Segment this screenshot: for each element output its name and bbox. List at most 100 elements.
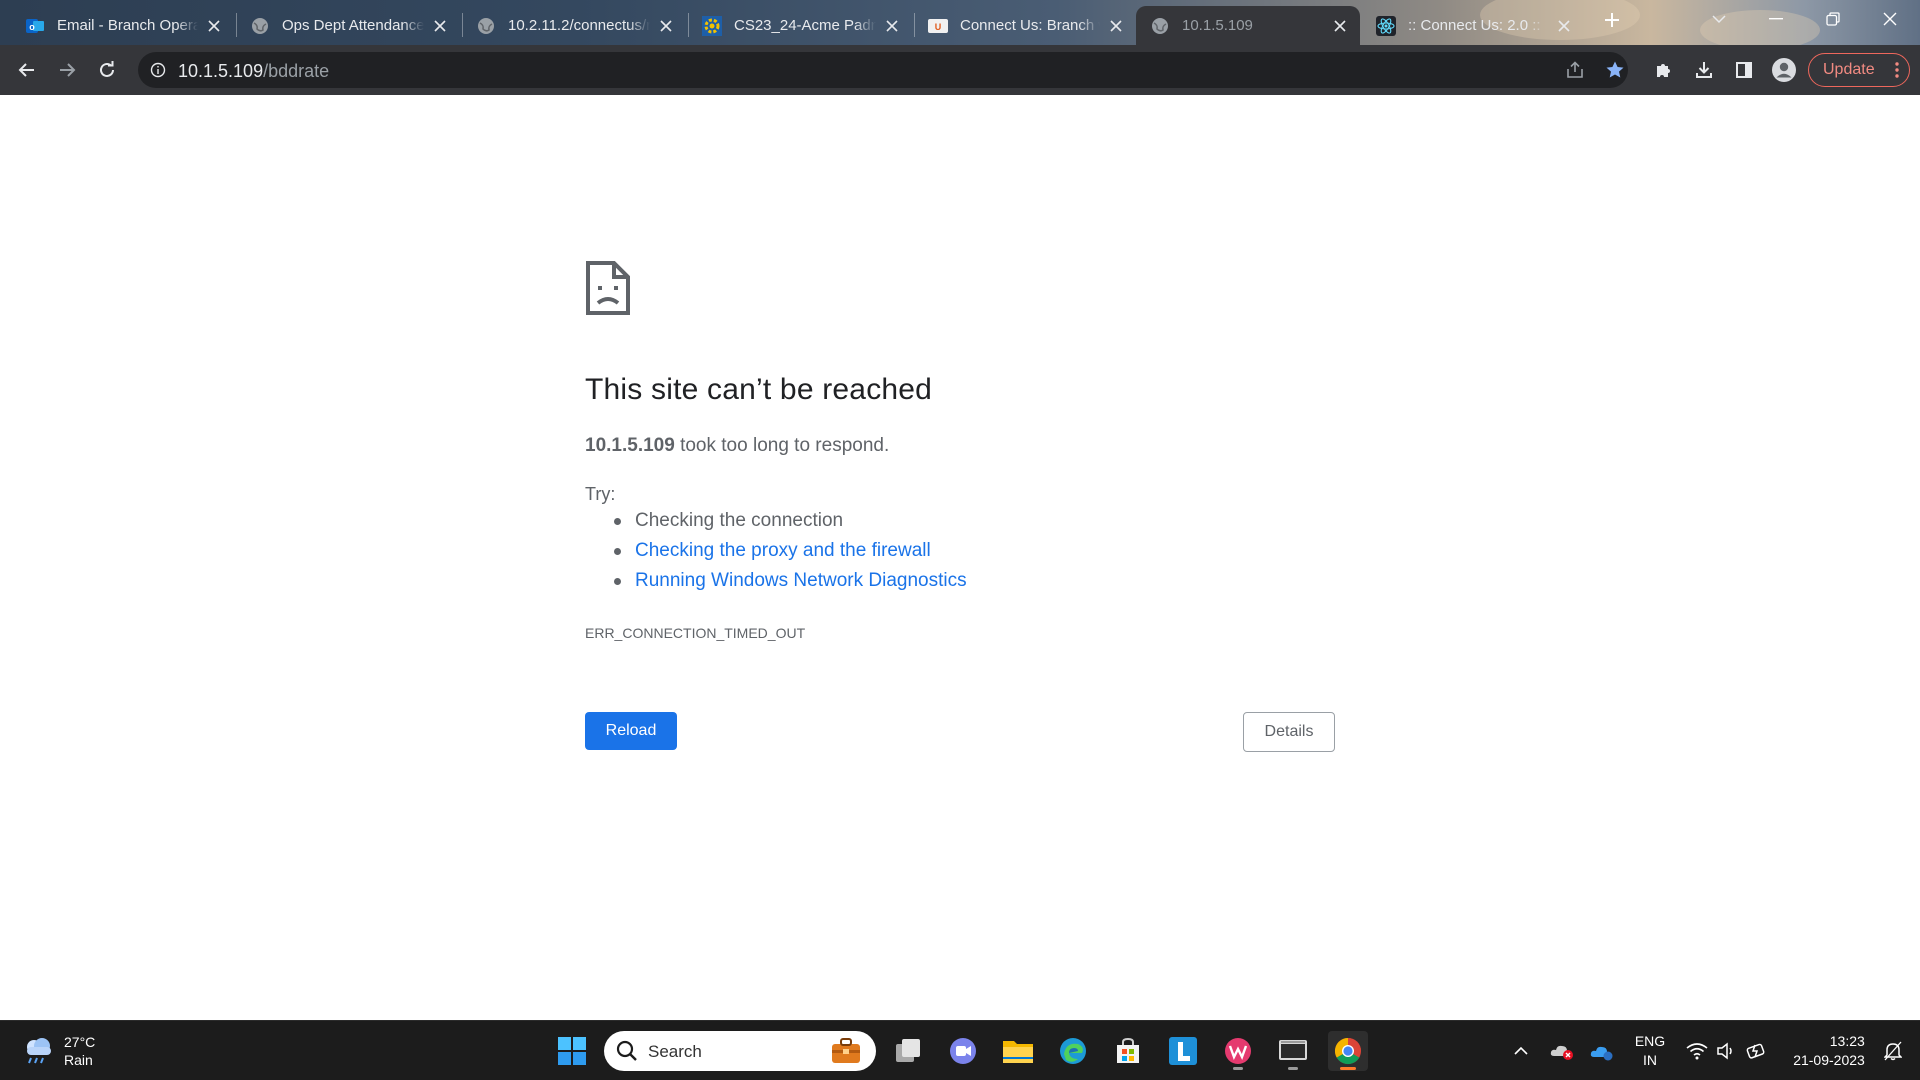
connectus-icon: U xyxy=(928,16,948,36)
close-window-button[interactable] xyxy=(1870,4,1910,34)
reload-page-button[interactable] xyxy=(93,56,121,84)
teams-chat-button[interactable] xyxy=(943,1031,983,1071)
folder-icon xyxy=(1003,1041,1033,1063)
side-panel-icon xyxy=(1736,62,1752,78)
launcher-app-button[interactable] xyxy=(1163,1031,1203,1071)
download-icon xyxy=(1696,62,1712,78)
remote-desktop-button[interactable] xyxy=(1273,1031,1313,1071)
close-icon[interactable] xyxy=(1330,16,1350,36)
tab-strip: o Email - Branch Operati Ops Dept Attend… xyxy=(0,0,1920,45)
chrome-icon xyxy=(1334,1037,1361,1065)
svg-text:U: U xyxy=(935,22,942,32)
running-indicator xyxy=(1340,1067,1356,1070)
volume-tray[interactable] xyxy=(1712,1031,1742,1071)
outlook-icon: o xyxy=(25,16,45,36)
onedrive-tray[interactable] xyxy=(1586,1031,1618,1071)
close-icon[interactable] xyxy=(204,16,224,36)
close-icon[interactable] xyxy=(430,16,450,36)
show-hidden-icons-button[interactable] xyxy=(1506,1031,1536,1071)
tab-connectus-2[interactable]: :: Connect Us: 2.0 :: xyxy=(1362,6,1584,45)
browser-toolbar: 10.1.5.109/bddrate Update xyxy=(0,45,1920,95)
back-button[interactable] xyxy=(13,56,41,84)
file-explorer-button[interactable] xyxy=(998,1031,1038,1071)
chrome-button[interactable] xyxy=(1328,1031,1368,1071)
start-button[interactable] xyxy=(552,1031,592,1071)
more-vert-icon[interactable] xyxy=(1895,62,1899,83)
tab-title: 10.2.11.2/connectus/r xyxy=(508,17,650,34)
close-icon xyxy=(1883,12,1897,26)
error-host: 10.1.5.109 xyxy=(585,435,675,456)
update-label: Update xyxy=(1823,61,1875,78)
tab-email[interactable]: o Email - Branch Operati xyxy=(11,6,234,45)
microsoft-store-button[interactable] xyxy=(1108,1031,1148,1071)
tab-acme[interactable]: CS23_24-Acme Padm xyxy=(688,6,912,45)
restore-icon xyxy=(1826,12,1840,26)
tab-current-10-1-5-109[interactable]: 10.1.5.109 xyxy=(1136,6,1360,45)
update-button[interactable]: Update xyxy=(1808,53,1910,87)
speaker-icon xyxy=(1717,1042,1732,1060)
error-description: 10.1.5.109 took too long to respond. xyxy=(585,435,889,457)
task-view-button[interactable] xyxy=(888,1031,928,1071)
downloads-button[interactable] xyxy=(1690,56,1718,84)
new-tab-button[interactable] xyxy=(1600,8,1624,32)
info-icon[interactable] xyxy=(148,60,168,80)
close-icon[interactable] xyxy=(656,16,676,36)
monitor-icon xyxy=(1279,1040,1307,1060)
store-icon xyxy=(1117,1037,1139,1063)
error-message: took too long to respond. xyxy=(674,435,890,456)
globe-icon xyxy=(250,16,270,36)
globe-icon xyxy=(476,16,496,36)
suggestion-proxy-firewall-link[interactable]: Checking the proxy and the firewall xyxy=(612,539,967,569)
restore-button[interactable] xyxy=(1813,4,1853,34)
address-bar[interactable]: 10.1.5.109/bddrate xyxy=(138,52,1628,88)
globe-icon xyxy=(1150,16,1170,36)
tab-search-button[interactable] xyxy=(1699,4,1739,34)
clock[interactable]: 13:23 21-09-2023 xyxy=(1782,1031,1876,1071)
side-panel-button[interactable] xyxy=(1730,56,1758,84)
bookmark-star-icon[interactable] xyxy=(1604,59,1626,81)
tab-ops-attendance[interactable]: Ops Dept Attendance xyxy=(236,6,460,45)
url-host: 10.1.5.109 xyxy=(178,61,264,81)
close-icon[interactable] xyxy=(1106,16,1126,36)
cloud-error-icon xyxy=(1550,1045,1573,1060)
tab-title: Email - Branch Operati xyxy=(57,17,198,34)
taskbar-search[interactable]: Search xyxy=(604,1031,876,1071)
url-text[interactable]: 10.1.5.109/bddrate xyxy=(178,61,329,82)
forward-button[interactable] xyxy=(53,56,81,84)
weather-desc: Rain xyxy=(64,1052,93,1068)
minimize-button[interactable] xyxy=(1756,4,1796,34)
weather-text: 27°C Rain xyxy=(64,1033,95,1069)
puzzle-icon xyxy=(1657,64,1670,77)
onedrive-error-tray[interactable] xyxy=(1546,1031,1578,1071)
edge-button[interactable] xyxy=(1053,1031,1093,1071)
weather-widget[interactable]: 27°C Rain xyxy=(20,1033,95,1069)
close-icon[interactable] xyxy=(1554,16,1574,36)
suggestion-network-diagnostics-link[interactable]: Running Windows Network Diagnostics xyxy=(612,569,967,599)
wifi-tray[interactable] xyxy=(1682,1031,1712,1071)
wps-office-button[interactable] xyxy=(1218,1031,1258,1071)
error-code: ERR_CONNECTION_TIMED_OUT xyxy=(585,625,806,641)
language-line2: IN xyxy=(1643,1052,1657,1068)
tab-connectus-ip[interactable]: 10.2.11.2/connectus/r xyxy=(462,6,686,45)
battery-charging-icon xyxy=(1746,1043,1765,1059)
close-icon[interactable] xyxy=(882,16,902,36)
chevron-down-icon xyxy=(1712,15,1726,24)
extensions-button[interactable] xyxy=(1650,56,1678,84)
profile-button[interactable] xyxy=(1770,56,1798,84)
weather-temp: 27°C xyxy=(64,1034,96,1050)
gear-app-icon xyxy=(702,15,722,36)
avatar-icon xyxy=(1772,58,1796,82)
chat-icon xyxy=(950,1038,976,1064)
onedrive-icon xyxy=(1590,1046,1613,1061)
share-icon[interactable] xyxy=(1564,59,1586,81)
running-indicator xyxy=(1233,1067,1243,1070)
input-language-indicator[interactable]: ENG IN xyxy=(1625,1031,1675,1071)
reload-button[interactable]: Reload xyxy=(585,712,677,750)
details-button[interactable]: Details xyxy=(1243,712,1335,752)
react-icon xyxy=(1376,15,1396,36)
rain-cloud-icon xyxy=(27,1038,51,1064)
url-path: /bddrate xyxy=(263,61,330,81)
notifications-button[interactable] xyxy=(1878,1031,1908,1071)
tab-connectus-branch[interactable]: U Connect Us: Branch w xyxy=(914,6,1136,45)
battery-tray[interactable] xyxy=(1742,1031,1772,1071)
